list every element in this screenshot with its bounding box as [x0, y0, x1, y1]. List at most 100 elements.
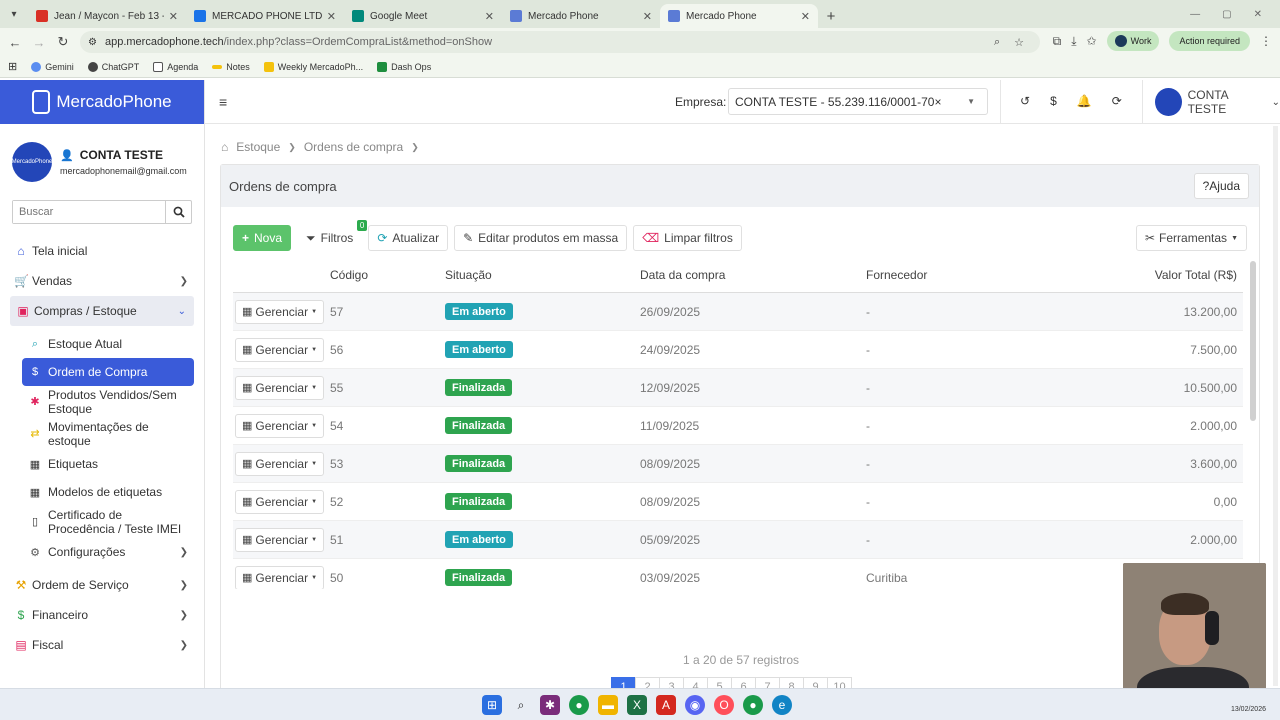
table-row[interactable]: ▦ Gerenciar ▼ 56 Em aberto 24/09/2025 - 7.500,0… [233, 331, 1243, 369]
minimize-icon[interactable]: — [1190, 9, 1200, 20]
download-icon[interactable]: ⤓ [1071, 34, 1076, 49]
maximize-icon[interactable]: ▢ [1222, 9, 1231, 20]
refresh-button[interactable]: ⟳ Atualizar [368, 225, 449, 251]
sidebar-item-movimentacoes[interactable]: ⇄ Movimentações de estoque [22, 418, 194, 450]
manage-button[interactable]: ▦ Gerenciar ▼ [235, 451, 325, 476]
browser-tab-chat[interactable]: Jean / Maycon - Feb 13 - Chat ✕ [28, 4, 186, 28]
explorer-icon[interactable]: ▬ [598, 695, 618, 715]
table-row[interactable]: ▦ Gerenciar ▼ 50 Finalizada 03/09/2025 Curitib… [233, 559, 1243, 589]
sidebar-item-certificado[interactable]: ▯ Certificado de Procedência / Teste IMEI [22, 506, 194, 538]
manage-button[interactable]: ▦ Gerenciar ▼ [235, 299, 325, 324]
table-row[interactable]: ▦ Gerenciar ▼ 53 Finalizada 08/09/2025 - 3.600,… [233, 445, 1243, 483]
new-button[interactable]: + Nova [233, 225, 292, 251]
sidebar-item-compras-estoque[interactable]: ▣ Compras / Estoque ⌄ [10, 296, 194, 326]
forward-icon[interactable]: → [27, 35, 51, 50]
back-icon[interactable]: ← [3, 35, 27, 50]
chrome-icon[interactable]: ● [569, 695, 589, 715]
col-date[interactable]: Data da compra [640, 257, 725, 292]
browser-menu-icon[interactable]: ⋮ [1260, 34, 1272, 48]
search-input[interactable] [13, 201, 165, 223]
url-field[interactable]: ⚙ app.mercadophone.tech/index.php?class=… [80, 31, 1040, 53]
bookmark-dash-ops[interactable]: Dash Ops [377, 61, 431, 72]
zoom-icon[interactable]: ⌕ [994, 36, 1000, 49]
sidebar-item-ordem-servico[interactable]: ⚒ Ordem de Serviço ❯ [0, 570, 204, 600]
bookmark-gemini[interactable]: Gemini [31, 61, 74, 72]
edge-icon[interactable]: e [772, 695, 792, 715]
browser-tab-meet[interactable]: Google Meet ✕ [344, 4, 502, 28]
dollar-icon[interactable]: $ [1050, 94, 1057, 108]
sync-icon[interactable]: ⟳ [1112, 94, 1122, 108]
apps-icon[interactable]: ⊞ [8, 60, 17, 73]
search-icon[interactable] [165, 201, 191, 223]
sidebar-item-estoque-atual[interactable]: ⌕ Estoque Atual [22, 330, 194, 358]
search-icon[interactable]: ⌕ [511, 695, 531, 715]
sidebar-item-configuracoes[interactable]: ⚙ Configurações ❯ [22, 538, 194, 566]
header-user-menu[interactable]: CONTA TESTE ⌄ [1155, 88, 1280, 116]
bookmark-notes[interactable]: Notes [212, 62, 250, 72]
sidebar-item-etiquetas[interactable]: ▦ Etiquetas [22, 450, 194, 478]
close-icon[interactable]: ✕ [169, 10, 178, 23]
breadcrumb-ordens[interactable]: Ordens de compra [304, 140, 403, 154]
col-code[interactable]: Código [330, 257, 368, 292]
clear-filters-button[interactable]: ⌫ Limpar filtros [633, 225, 742, 251]
bookmark-star-icon[interactable]: ☆ [1014, 36, 1024, 49]
col-total[interactable]: Valor Total (R$) [1155, 257, 1237, 292]
browser-tab-mercadophone-2[interactable]: Mercado Phone ✕ [660, 4, 818, 28]
sidebar-item-modelos-etiquetas[interactable]: ▦ Modelos de etiquetas [22, 478, 194, 506]
tab-search-icon[interactable]: ▾ [0, 0, 28, 28]
extensions-icon[interactable]: ⧉ [1053, 34, 1062, 49]
slack-icon[interactable]: ✱ [540, 695, 560, 715]
browser-tab-calendar[interactable]: MERCADO PHONE LTDA - Cale ✕ [186, 4, 344, 28]
acrobat-icon[interactable]: A [656, 695, 676, 715]
sidebar-item-tela-inicial[interactable]: ⌂ Tela inicial [0, 236, 204, 266]
excel-icon[interactable]: X [627, 695, 647, 715]
action-required-button[interactable]: Action required [1169, 31, 1250, 51]
table-row[interactable]: ▦ Gerenciar ▼ 57 Em aberto 26/09/2025 - 13.200,… [233, 293, 1243, 331]
manage-button[interactable]: ▦ Gerenciar ▼ [235, 413, 325, 438]
table-scrollbar[interactable] [1250, 261, 1256, 421]
profile-button[interactable]: Work [1106, 31, 1160, 51]
table-row[interactable]: ▦ Gerenciar ▼ 54 Finalizada 11/09/2025 - 2.000,… [233, 407, 1243, 445]
reload-icon[interactable]: ↻ [51, 34, 75, 50]
manage-button[interactable]: ▦ Gerenciar ▼ [235, 337, 325, 362]
close-window-icon[interactable]: ✕ [1254, 9, 1262, 20]
browser-tab-mercadophone-1[interactable]: Mercado Phone ✕ [502, 4, 660, 28]
bell-icon[interactable]: 🔔 [1077, 94, 1092, 108]
page-scrollbar[interactable] [1273, 126, 1278, 686]
manage-button[interactable]: ▦ Gerenciar ▼ [235, 527, 325, 552]
close-icon[interactable]: ✕ [801, 10, 810, 23]
bookmark-chatgpt[interactable]: ChatGPT [87, 61, 139, 72]
bookmark-agenda[interactable]: Agenda [153, 61, 198, 72]
col-status[interactable]: Situação [445, 257, 492, 292]
close-icon[interactable]: ✕ [485, 10, 494, 23]
windows-start-icon[interactable]: ⊞ [482, 695, 502, 715]
filters-button[interactable]: ⏷ Filtros 0 [297, 220, 368, 251]
site-info-icon[interactable]: ⚙ [88, 37, 97, 48]
empresa-select[interactable]: CONTA TESTE - 55.239.116/0001-70× ▼ [728, 88, 988, 115]
manage-button[interactable]: ▦ Gerenciar ▼ [235, 375, 325, 400]
tools-button[interactable]: ✂ Ferramentas ▼ [1135, 225, 1247, 251]
table-row[interactable]: ▦ Gerenciar ▼ 52 Finalizada 08/09/2025 - 0,00 [233, 483, 1243, 521]
new-tab-button[interactable]: + [818, 4, 844, 28]
opera-icon[interactable]: O [714, 695, 734, 715]
discord-icon[interactable]: ◉ [685, 695, 705, 715]
table-row[interactable]: ▦ Gerenciar ▼ 55 Finalizada 12/09/2025 - 10.500… [233, 369, 1243, 407]
hamburger-menu-icon[interactable]: ≡ [219, 94, 227, 110]
bookmarks-icon[interactable]: ✩ [1087, 34, 1097, 48]
sidebar-item-fiscal[interactable]: ▤ Fiscal ❯ [0, 630, 204, 660]
edit-mass-button[interactable]: ✎ Editar produtos em massa [454, 225, 628, 251]
sidebar-item-produtos-vendidos[interactable]: ✱ Produtos Vendidos/Sem Estoque [22, 386, 194, 418]
bookmark-weekly[interactable]: Weekly MercadoPh... [263, 61, 363, 72]
sidebar-item-vendas[interactable]: 🛒 Vendas ❯ [0, 266, 204, 296]
table-row[interactable]: ▦ Gerenciar ▼ 51 Em aberto 05/09/2025 - 2.000,0… [233, 521, 1243, 559]
sidebar-item-financeiro[interactable]: $ Financeiro ❯ [0, 600, 204, 630]
close-icon[interactable]: ✕ [327, 10, 336, 23]
manage-button[interactable]: ▦ Gerenciar ▼ [235, 565, 325, 589]
breadcrumb-estoque[interactable]: Estoque [236, 140, 280, 154]
undo-icon[interactable]: ↺ [1020, 94, 1030, 108]
manage-button[interactable]: ▦ Gerenciar ▼ [235, 489, 325, 514]
chrome-icon[interactable]: ● [743, 695, 763, 715]
close-icon[interactable]: ✕ [643, 10, 652, 23]
help-button[interactable]: ? Ajuda [1193, 173, 1249, 199]
col-supplier[interactable]: Fornecedor [866, 257, 927, 292]
